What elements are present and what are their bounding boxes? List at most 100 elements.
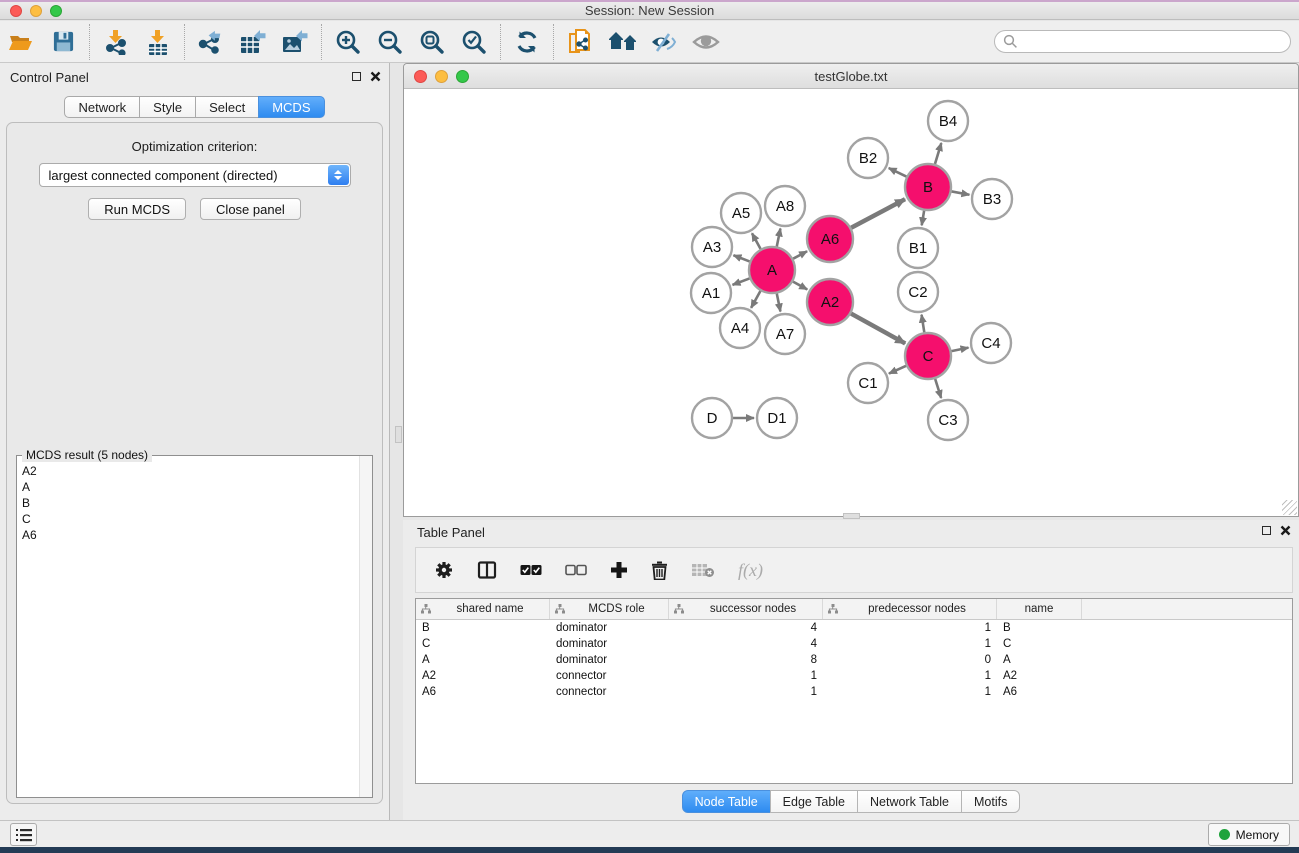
- node-A8[interactable]: A8: [765, 186, 805, 226]
- result-node-item[interactable]: B: [22, 495, 359, 511]
- network-graph[interactable]: B4B2BB3B1A5A8A6A3AA1A2C2A4A7C4CC1C3DD1: [404, 89, 1298, 516]
- cell-name[interactable]: B: [997, 620, 1082, 636]
- column-header-successor-nodes[interactable]: successor nodes: [669, 599, 823, 619]
- cell-predecessor-nodes[interactable]: 1: [823, 684, 997, 700]
- edge-A-A7[interactable]: [777, 294, 781, 312]
- cell-shared-name[interactable]: A2: [416, 668, 550, 684]
- cell-name[interactable]: A: [997, 652, 1082, 668]
- edge-A-A2[interactable]: [793, 282, 807, 290]
- network-canvas[interactable]: B4B2BB3B1A5A8A6A3AA1A2C2A4A7C4CC1C3DD1: [404, 89, 1298, 516]
- result-node-item[interactable]: C: [22, 511, 359, 527]
- splitter-handle-vertical[interactable]: [395, 426, 402, 443]
- zoom-in-button[interactable]: [327, 24, 369, 60]
- zoom-fit-button[interactable]: [411, 24, 453, 60]
- node-C1[interactable]: C1: [848, 363, 888, 403]
- node-A5[interactable]: A5: [721, 193, 761, 233]
- table-settings-button[interactable]: [434, 560, 454, 580]
- edge-A-A1[interactable]: [733, 278, 750, 284]
- edge-B-B4[interactable]: [935, 143, 941, 164]
- cell-shared-name[interactable]: A6: [416, 684, 550, 700]
- edge-A2-C[interactable]: [851, 314, 905, 344]
- edge-C-C4[interactable]: [952, 348, 969, 352]
- import-table-button[interactable]: [137, 24, 179, 60]
- cell-MCDS-role[interactable]: connector: [550, 684, 669, 700]
- close-panel-icon[interactable]: [370, 71, 381, 82]
- import-network-button[interactable]: [95, 24, 137, 60]
- cell-name[interactable]: A6: [997, 684, 1082, 700]
- cell-predecessor-nodes[interactable]: 0: [823, 652, 997, 668]
- edge-A-A3[interactable]: [733, 255, 749, 261]
- zoom-selected-button[interactable]: [453, 24, 495, 60]
- edge-A-A6[interactable]: [793, 251, 807, 258]
- float-panel-button[interactable]: [352, 72, 361, 81]
- node-A[interactable]: A: [749, 247, 795, 293]
- result-node-item[interactable]: A2: [22, 463, 359, 479]
- cell-MCDS-role[interactable]: dominator: [550, 620, 669, 636]
- hide-graphics-details-button[interactable]: [643, 24, 685, 60]
- cell-predecessor-nodes[interactable]: 1: [823, 636, 997, 652]
- export-table-button[interactable]: [232, 24, 274, 60]
- node-C2[interactable]: C2: [898, 272, 938, 312]
- cell-MCDS-role[interactable]: connector: [550, 668, 669, 684]
- criterion-dropdown[interactable]: largest connected component (directed): [39, 163, 351, 187]
- node-B1[interactable]: B1: [898, 228, 938, 268]
- mcds-result-list[interactable]: A2ABCA6: [17, 459, 359, 797]
- zoom-out-button[interactable]: [369, 24, 411, 60]
- tab-motifs[interactable]: Motifs: [961, 790, 1020, 813]
- cell-successor-nodes[interactable]: 8: [669, 652, 823, 668]
- run-mcds-button[interactable]: Run MCDS: [88, 198, 186, 220]
- edge-A-A8[interactable]: [777, 229, 781, 247]
- node-D[interactable]: D: [692, 398, 732, 438]
- window-resize-grip[interactable]: [1282, 500, 1297, 515]
- edge-C-C3[interactable]: [935, 379, 941, 398]
- save-session-button[interactable]: [42, 24, 84, 60]
- cell-shared-name[interactable]: C: [416, 636, 550, 652]
- node-A4[interactable]: A4: [720, 308, 760, 348]
- node-A7[interactable]: A7: [765, 314, 805, 354]
- column-view-button[interactable]: [477, 560, 497, 580]
- node-C[interactable]: C: [905, 333, 951, 379]
- cell-name[interactable]: A2: [997, 668, 1082, 684]
- task-history-button[interactable]: [10, 823, 37, 846]
- cell-successor-nodes[interactable]: 4: [669, 636, 823, 652]
- table-row[interactable]: A6connector11A6: [416, 684, 1292, 700]
- tab-network-table[interactable]: Network Table: [857, 790, 962, 813]
- export-network-button[interactable]: [190, 24, 232, 60]
- cell-successor-nodes[interactable]: 4: [669, 620, 823, 636]
- cell-predecessor-nodes[interactable]: 1: [823, 668, 997, 684]
- cell-shared-name[interactable]: B: [416, 620, 550, 636]
- node-table[interactable]: shared nameMCDS rolesuccessor nodesprede…: [415, 598, 1293, 784]
- delete-row-button[interactable]: [651, 561, 668, 580]
- delete-table-button[interactable]: [691, 562, 715, 578]
- node-A2[interactable]: A2: [807, 279, 853, 325]
- cell-successor-nodes[interactable]: 1: [669, 668, 823, 684]
- edge-B-B1[interactable]: [922, 211, 924, 226]
- mcds-result-scrollbar[interactable]: [359, 456, 372, 797]
- tab-mcds[interactable]: MCDS: [258, 96, 324, 118]
- tab-select[interactable]: Select: [195, 96, 259, 118]
- splitter-handle-horizontal[interactable]: [843, 513, 860, 519]
- node-A6[interactable]: A6: [807, 216, 853, 262]
- cell-name[interactable]: C: [997, 636, 1082, 652]
- edge-C-C2[interactable]: [922, 315, 925, 333]
- table-row[interactable]: Cdominator41C: [416, 636, 1292, 652]
- cell-MCDS-role[interactable]: dominator: [550, 652, 669, 668]
- node-A3[interactable]: A3: [692, 227, 732, 267]
- export-image-button[interactable]: [274, 24, 316, 60]
- table-row[interactable]: Bdominator41B: [416, 620, 1292, 636]
- result-node-item[interactable]: A: [22, 479, 359, 495]
- column-header-name[interactable]: name: [997, 599, 1082, 619]
- column-header-predecessor-nodes[interactable]: predecessor nodes: [823, 599, 997, 619]
- node-C4[interactable]: C4: [971, 323, 1011, 363]
- tab-network[interactable]: Network: [64, 96, 140, 118]
- node-B4[interactable]: B4: [928, 101, 968, 141]
- show-graphics-details-button[interactable]: [685, 24, 727, 60]
- edge-A6-B[interactable]: [851, 199, 905, 228]
- node-C3[interactable]: C3: [928, 400, 968, 440]
- table-close-panel-icon[interactable]: [1280, 525, 1291, 536]
- tab-edge-table[interactable]: Edge Table: [770, 790, 858, 813]
- memory-button[interactable]: Memory: [1208, 823, 1290, 846]
- cell-MCDS-role[interactable]: dominator: [550, 636, 669, 652]
- edge-B-B3[interactable]: [952, 191, 970, 194]
- select-all-button[interactable]: [520, 564, 542, 576]
